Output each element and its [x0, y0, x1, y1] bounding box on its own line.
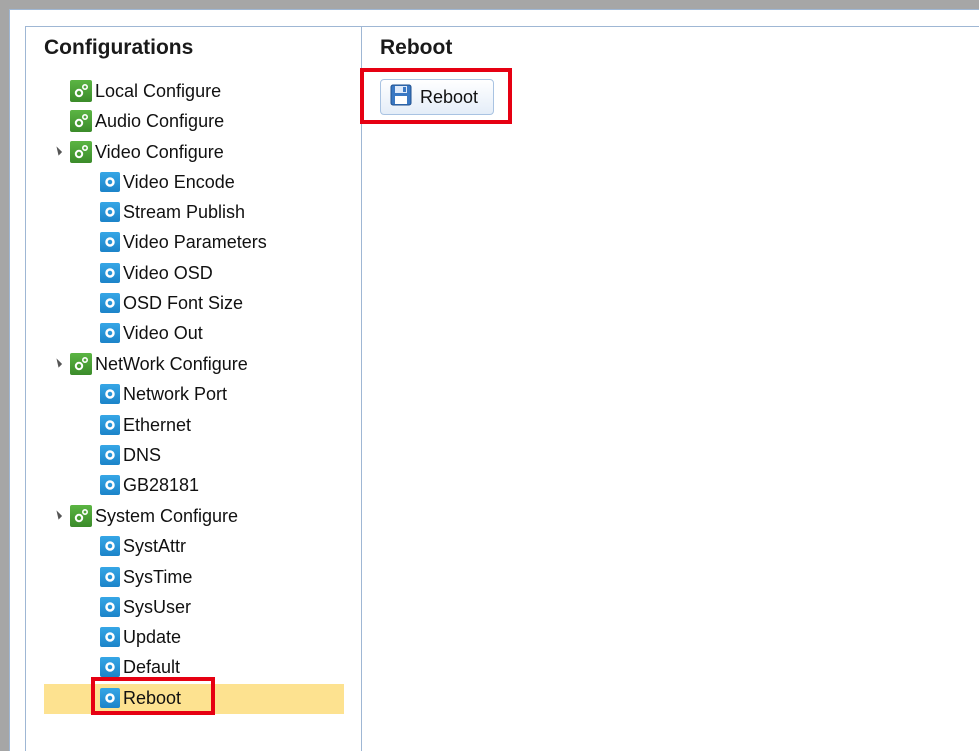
gear-group-icon: [70, 141, 92, 163]
sidebar-item-label: DNS: [123, 445, 162, 465]
gear-icon: [100, 657, 120, 677]
sidebar-item-label: NetWork Configure: [95, 354, 248, 374]
sidebar-item-audio-configure[interactable]: Audio Configure: [70, 107, 224, 135]
sidebar-item-systime[interactable]: SysTime: [100, 563, 192, 591]
gear-icon: [100, 415, 120, 435]
sidebar-item-video-parameters[interactable]: Video Parameters: [100, 228, 267, 256]
gear-icon: [100, 293, 120, 313]
sidebar-item-label: OSD Font Size: [123, 293, 244, 313]
highlight-box-sidebar-reboot: [91, 677, 215, 715]
sidebar-title: Configurations: [44, 36, 194, 59]
sidebar-item-label: Video Parameters: [123, 232, 267, 252]
sidebar-item-systattr[interactable]: SystAttr: [100, 532, 186, 560]
sidebar-item-video-encode[interactable]: Video Encode: [100, 168, 235, 196]
gear-icon: [100, 445, 120, 465]
sidebar-item-sysuser[interactable]: SysUser: [100, 593, 191, 621]
sidebar-item-label: Ethernet: [123, 415, 192, 435]
sidebar-item-ethernet[interactable]: Ethernet: [100, 411, 191, 439]
sidebar-item-label: Network Port: [123, 384, 228, 404]
highlight-box-reboot-button: [360, 68, 512, 124]
sidebar-item-label: SysTime: [123, 567, 193, 587]
sidebar-item-video-osd[interactable]: Video OSD: [100, 259, 213, 287]
sidebar-item-dns[interactable]: DNS: [100, 441, 161, 469]
sidebar-item-local-configure[interactable]: Local Configure: [70, 77, 221, 105]
gear-group-icon: [70, 353, 92, 375]
sidebar-item-osd-font-size[interactable]: OSD Font Size: [100, 289, 243, 317]
sidebar-item-video-out[interactable]: Video Out: [100, 319, 203, 347]
sidebar-item-label: Video Encode: [123, 172, 235, 192]
sidebar-item-network-port[interactable]: Network Port: [100, 380, 227, 408]
sidebar-item-label: Audio Configure: [95, 111, 225, 131]
sidebar-item-label: System Configure: [95, 506, 239, 526]
gear-icon: [100, 263, 120, 283]
gear-group-icon: [70, 110, 92, 132]
gear-icon: [100, 202, 120, 222]
sidebar-item-update[interactable]: Update: [100, 623, 181, 651]
sidebar-item-label: Video Out: [123, 323, 203, 343]
gear-icon: [100, 323, 120, 343]
gear-icon: [100, 597, 120, 617]
sidebar-item-label: Local Configure: [95, 81, 222, 101]
sidebar-item-video-configure[interactable]: Video Configure: [70, 138, 224, 166]
gear-icon: [100, 567, 120, 587]
gear-icon: [100, 536, 120, 556]
gear-icon: [100, 384, 120, 404]
page-title: Reboot: [380, 36, 453, 59]
sidebar-item-gb28181[interactable]: GB28181: [100, 471, 199, 499]
gear-icon: [100, 475, 120, 495]
gear-icon: [100, 232, 120, 252]
sidebar-item-label: Video Configure: [95, 142, 224, 162]
sidebar-item-system-configure[interactable]: System Configure: [70, 502, 238, 530]
gear-icon: [100, 627, 120, 647]
sidebar-item-label: SysUser: [123, 597, 192, 617]
sidebar-item-network-configure[interactable]: NetWork Configure: [70, 350, 248, 378]
gear-icon: [100, 172, 120, 192]
sidebar-item-label: SystAttr: [123, 536, 187, 556]
sidebar-item-label: Stream Publish: [123, 202, 246, 222]
sidebar-item-stream-publish[interactable]: Stream Publish: [100, 198, 245, 226]
gear-group-icon: [70, 80, 92, 102]
sidebar-item-label: Update: [123, 627, 182, 647]
sidebar-item-label: Video OSD: [123, 263, 213, 283]
sidebar-item-label: GB28181: [123, 475, 200, 495]
gear-group-icon: [70, 505, 92, 527]
